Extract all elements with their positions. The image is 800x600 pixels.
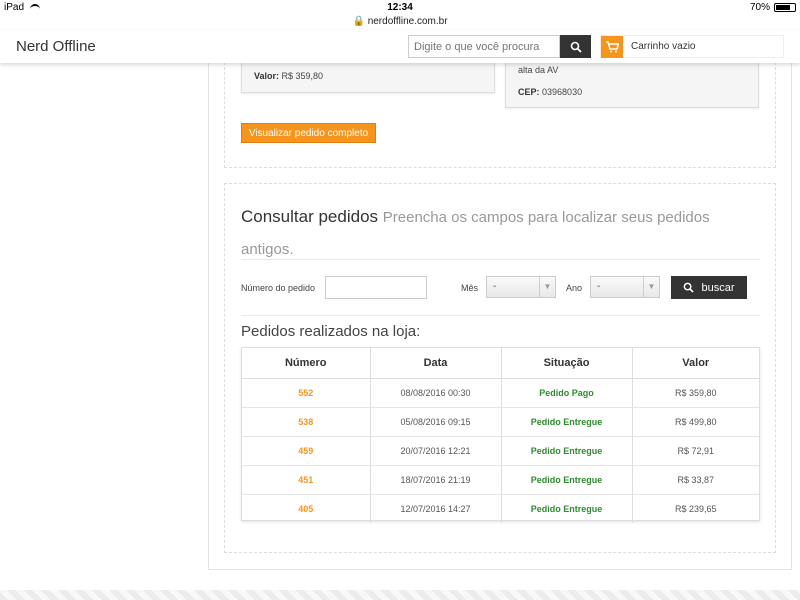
col-situacao: Situação xyxy=(501,348,633,379)
footer-pattern xyxy=(0,590,800,600)
table-row: 552 08/08/2016 00:30 Pedido Pago R$ 359,… xyxy=(242,378,759,408)
cep: CEP: 03968030 xyxy=(518,87,582,97)
month-select[interactable]: - ▼ xyxy=(486,276,556,298)
lock-icon: 🔒 xyxy=(352,16,365,27)
site-header: Nerd Offline Carrinho vazio xyxy=(0,30,800,63)
order-value: R$ 239,65 xyxy=(674,503,717,514)
search-input[interactable] xyxy=(408,35,560,58)
order-value-amount: R$ 359,80 xyxy=(281,71,324,81)
order-date: 08/08/2016 00:30 xyxy=(370,378,502,408)
search-button[interactable] xyxy=(560,35,591,58)
table-row: 451 18/07/2016 21:19 Pedido Entregue R$ … xyxy=(242,465,759,495)
order-value: Valor: R$ 359,80 xyxy=(254,71,323,81)
order-date: 20/07/2016 12:21 xyxy=(370,436,502,466)
order-status: Pedido Pago xyxy=(501,378,633,408)
order-status: Pedido Entregue xyxy=(501,494,633,523)
col-data: Data xyxy=(370,348,502,379)
table-header-row: Número Data Situação Valor xyxy=(242,348,759,379)
divider xyxy=(241,315,760,316)
order-status: Pedido Entregue xyxy=(501,407,633,437)
cep-label: CEP: xyxy=(518,87,540,97)
buscar-label: buscar xyxy=(701,281,735,294)
chevron-down-icon: ▼ xyxy=(643,277,659,297)
search-icon xyxy=(570,41,582,53)
table-row: 538 05/08/2016 09:15 Pedido Entregue R$ … xyxy=(242,407,759,437)
order-number-link[interactable]: 552 xyxy=(242,378,371,408)
status-right: 70% xyxy=(750,2,796,13)
order-number-link[interactable]: 405 xyxy=(242,494,371,523)
col-numero: Número xyxy=(242,348,371,379)
chevron-down-icon: ▼ xyxy=(539,277,555,297)
address-bar[interactable]: 🔒 nerdoffline.com.br xyxy=(0,16,800,27)
month-select-value: - xyxy=(493,281,497,292)
orders-list-title: Pedidos realizados na loja: xyxy=(241,323,421,340)
order-number-label: Número do pedido xyxy=(241,283,316,293)
address-fragment: alta da AV xyxy=(518,65,559,75)
order-value: R$ 33,87 xyxy=(632,465,759,495)
order-value: R$ 72,91 xyxy=(632,436,759,466)
order-date: 05/08/2016 09:15 xyxy=(370,407,502,437)
search-icon xyxy=(684,282,695,293)
order-value-label: Valor: xyxy=(254,71,280,81)
order-date: 12/07/2016 14:27 xyxy=(370,494,502,523)
battery-icon xyxy=(774,3,796,12)
consult-title-main: Consultar pedidos xyxy=(241,207,379,226)
order-status: Pedido Entregue xyxy=(501,436,633,466)
table-row: 405 12/07/2016 14:27 Pedido Entregue R$ … xyxy=(242,494,759,523)
order-number-input[interactable] xyxy=(325,276,427,299)
view-full-order-button[interactable]: Visualizar pedido completo xyxy=(241,123,376,143)
cart-widget[interactable]: Carrinho vazio xyxy=(600,35,784,58)
site-logo[interactable]: Nerd Offline xyxy=(16,38,96,55)
month-label: Mês xyxy=(461,283,479,293)
url-text: nerdoffline.com.br xyxy=(367,16,448,27)
order-number-link[interactable]: 451 xyxy=(242,465,371,495)
order-date: 18/07/2016 21:19 xyxy=(370,465,502,495)
divider xyxy=(241,259,760,260)
orders-table: Número Data Situação Valor 552 08/08/201… xyxy=(241,347,760,523)
clock: 12:34 xyxy=(387,2,413,13)
cep-value: 03968030 xyxy=(542,87,583,97)
year-label: Ano xyxy=(566,283,583,293)
consult-title: Consultar pedidos Preencha os campos par… xyxy=(241,201,741,265)
order-number-link[interactable]: 459 xyxy=(242,436,371,466)
table-row: 459 20/07/2016 12:21 Pedido Entregue R$ … xyxy=(242,436,759,466)
order-status: Pedido Entregue xyxy=(501,465,633,495)
buscar-button[interactable]: buscar xyxy=(671,276,747,299)
year-select[interactable]: - ▼ xyxy=(590,276,660,298)
order-number-link[interactable]: 538 xyxy=(242,407,371,437)
cart-icon xyxy=(601,35,623,58)
order-value: R$ 499,80 xyxy=(632,407,759,437)
col-valor: Valor xyxy=(632,348,759,379)
year-select-value: - xyxy=(597,281,601,292)
order-value: R$ 359,80 xyxy=(632,378,759,408)
battery-percent: 70% xyxy=(749,2,770,13)
cart-label: Carrinho vazio xyxy=(631,41,696,52)
status-bar: iPad 12:34 🔒 nerdoffline.com.br 70% xyxy=(0,0,800,30)
battery-fill xyxy=(776,5,790,10)
